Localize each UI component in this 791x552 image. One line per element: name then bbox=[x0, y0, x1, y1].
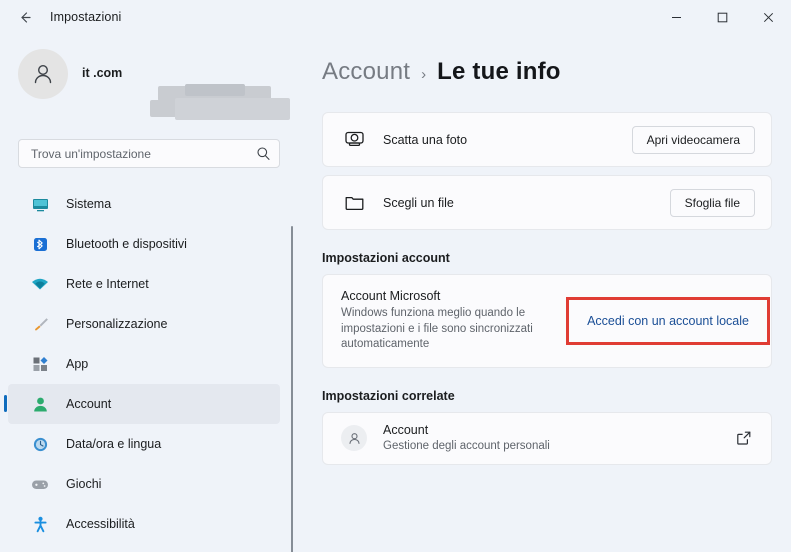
back-button[interactable] bbox=[10, 4, 40, 30]
sidebar-item-bluetooth-e-dispositivi[interactable]: Bluetooth e dispositivi bbox=[8, 224, 280, 264]
sidebar-item-label: Accessibilità bbox=[66, 517, 135, 531]
sign-in-local-account-link[interactable]: Accedi con un account locale bbox=[587, 314, 749, 328]
related-account-card[interactable]: Account Gestione degli account personali bbox=[322, 411, 772, 465]
sidebar-item-account[interactable]: Account bbox=[4, 384, 280, 424]
sidebar-item-label: App bbox=[66, 357, 89, 371]
person-icon bbox=[348, 432, 360, 444]
paintbrush-icon bbox=[30, 314, 50, 334]
camera-icon bbox=[341, 127, 367, 153]
related-settings-heading: Impostazioni correlate bbox=[322, 388, 455, 403]
sidebar-scrollbar[interactable] bbox=[291, 226, 293, 552]
breadcrumb: Account › Le tue info bbox=[322, 58, 791, 86]
window-controls bbox=[653, 0, 791, 34]
avatar bbox=[341, 425, 367, 451]
redaction-block bbox=[175, 98, 290, 120]
card-title: Account bbox=[383, 422, 429, 437]
search-input[interactable]: Trova un'impostazione bbox=[18, 139, 280, 168]
sidebar-item-label: Data/ora e lingua bbox=[66, 437, 162, 451]
choose-file-card: Scegli un file Sfoglia file bbox=[322, 175, 772, 230]
card-text: Scatta una foto bbox=[383, 133, 632, 147]
microsoft-account-title: Account Microsoft bbox=[341, 289, 441, 303]
page-title: Le tue info bbox=[437, 58, 561, 85]
profile-text: it .com bbox=[82, 66, 122, 83]
title-bar: Impostazioni bbox=[0, 0, 791, 34]
close-icon bbox=[763, 12, 773, 22]
sidebar-item-label: Sistema bbox=[66, 197, 112, 211]
open-camera-button[interactable]: Apri videocamera bbox=[631, 125, 755, 154]
maximize-icon bbox=[717, 12, 727, 22]
main-content: Account › Le tue info Scatta una foto Ap… bbox=[294, 34, 791, 552]
sidebar-item-label: Account bbox=[66, 397, 112, 411]
card-subtitle: Gestione degli account personali bbox=[383, 439, 550, 452]
microsoft-account-text: Account Microsoft Windows funziona megli… bbox=[341, 289, 566, 353]
microsoft-account-description: Windows funziona meglio quando le impost… bbox=[341, 307, 533, 350]
card-title: Scegli un file bbox=[383, 195, 454, 210]
search-placeholder: Trova un'impostazione bbox=[31, 146, 151, 161]
gamepad-icon bbox=[30, 474, 50, 494]
close-button[interactable] bbox=[745, 0, 791, 34]
clock-globe-icon bbox=[30, 434, 50, 454]
chevron-right-icon: › bbox=[421, 66, 427, 83]
highlight-annotation: Accedi con un account locale bbox=[566, 296, 770, 345]
sidebar-item-label: Rete e Internet bbox=[66, 277, 149, 291]
minimize-icon bbox=[671, 16, 681, 18]
account-person-icon bbox=[30, 394, 50, 414]
settings-window: Impostazioni it .com Trova un'impostazio… bbox=[0, 0, 791, 552]
take-photo-card: Scatta una foto Apri videocamera bbox=[322, 112, 772, 167]
accessibility-icon bbox=[30, 514, 50, 534]
person-icon bbox=[34, 64, 52, 84]
sidebar: it .com Trova un'impostazione Sistema Bl… bbox=[0, 34, 294, 552]
bluetooth-icon bbox=[30, 234, 50, 254]
folder-icon bbox=[341, 190, 367, 216]
sidebar-item-sistema[interactable]: Sistema bbox=[8, 184, 280, 224]
sidebar-item-label: Personalizzazione bbox=[66, 317, 168, 331]
sidebar-nav: Sistema Bluetooth e dispositivi Rete e I… bbox=[0, 184, 294, 544]
microsoft-account-card: Account Microsoft Windows funziona megli… bbox=[322, 274, 772, 368]
account-settings-heading: Impostazioni account bbox=[322, 251, 450, 265]
sidebar-item-accessibilita[interactable]: Accessibilità bbox=[8, 504, 280, 544]
search-icon[interactable] bbox=[256, 146, 271, 161]
sidebar-item-label: Bluetooth e dispositivi bbox=[66, 237, 187, 251]
apps-icon bbox=[30, 354, 50, 374]
browse-file-button[interactable]: Sfoglia file bbox=[669, 188, 755, 217]
minimize-button[interactable] bbox=[653, 0, 699, 34]
sidebar-item-giochi[interactable]: Giochi bbox=[8, 464, 280, 504]
card-text: Account Gestione degli account personali bbox=[383, 423, 735, 454]
maximize-button[interactable] bbox=[699, 0, 745, 34]
profile-email: it .com bbox=[82, 65, 123, 80]
sidebar-item-label: Giochi bbox=[66, 477, 102, 491]
red-highlight-box: Accedi con un account locale bbox=[566, 296, 770, 345]
breadcrumb-parent[interactable]: Account bbox=[322, 58, 410, 86]
monitor-icon bbox=[30, 194, 50, 214]
window-title: Impostazioni bbox=[50, 10, 122, 24]
sidebar-item-app[interactable]: App bbox=[8, 344, 280, 384]
wifi-icon bbox=[30, 274, 50, 294]
sidebar-item-personalizzazione[interactable]: Personalizzazione bbox=[8, 304, 280, 344]
sidebar-item-rete-e-internet[interactable]: Rete e Internet bbox=[8, 264, 280, 304]
card-title: Scatta una foto bbox=[383, 132, 468, 147]
avatar bbox=[18, 49, 68, 99]
external-link-icon[interactable] bbox=[735, 429, 753, 447]
card-text: Scegli un file bbox=[383, 196, 670, 210]
sidebar-item-data-ora-e-lingua[interactable]: Data/ora e lingua bbox=[8, 424, 280, 464]
redaction-block bbox=[185, 84, 245, 96]
back-arrow-icon bbox=[20, 11, 31, 23]
